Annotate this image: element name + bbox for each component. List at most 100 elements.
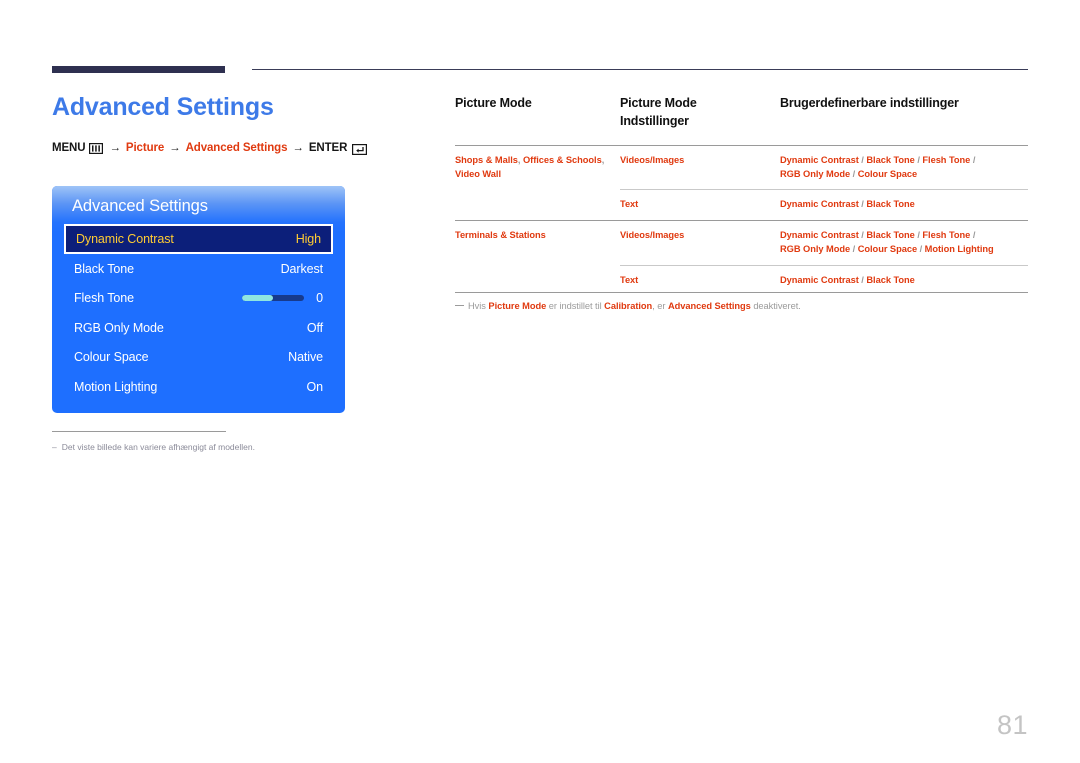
option-term: Black Tone: [866, 274, 915, 285]
option-term: Flesh Tone: [922, 154, 971, 165]
left-footnote-dash: –: [52, 442, 57, 452]
osd-row-flesh-tone[interactable]: Flesh Tone 0: [64, 284, 333, 314]
osd-row-label: Motion Lighting: [74, 379, 158, 394]
option-term: Dynamic Contrast: [780, 154, 859, 165]
option-separator: /: [850, 244, 858, 255]
page-number: 81: [996, 710, 1028, 740]
option-term: Dynamic Contrast: [780, 229, 859, 240]
option-term: Motion Lighting: [924, 244, 994, 255]
table-row: Shops & Malls, Offices & Schools, Video W…: [455, 144, 1028, 221]
menu-path-arrow-2: →: [169, 142, 181, 154]
spec-table-head: Picture Mode Picture Mode Indstillinger …: [455, 95, 1028, 145]
osd-panel-title: Advanced Settings: [72, 197, 208, 215]
right-footnote-prefix: Hvis: [468, 301, 489, 311]
right-footnote-term-picture-mode: Picture Mode: [488, 301, 547, 311]
column-header-picture-mode: Picture Mode: [455, 96, 532, 110]
left-footnote: – Det viste billede kan variere afhængigt…: [52, 431, 382, 452]
menu-bars-icon: [89, 142, 104, 154]
menu-path-step-picture: Picture: [125, 142, 165, 154]
option-separator: /: [917, 244, 925, 255]
column-header-line1: Picture Mode: [620, 96, 697, 110]
header-rule-thin: [252, 69, 1028, 71]
cell-customizable-settings: Dynamic Contrast / Black Tone / Flesh To…: [780, 219, 1028, 266]
option-term: Colour Space: [857, 244, 918, 255]
menu-path-menu-label: MENU: [52, 142, 86, 154]
cell-picture-mode-setting: Videos/Images: [620, 219, 780, 266]
option-separator: /: [970, 154, 976, 165]
right-footnote-dash: [455, 305, 464, 306]
header-rule-thick: [52, 66, 225, 73]
osd-row-value: High: [295, 232, 321, 246]
osd-row-rgb-only-mode[interactable]: RGB Only Mode Off: [64, 313, 333, 343]
table-row: Terminals & Stations Videos/Images Dynamic…: [455, 219, 1028, 295]
spec-table-body: Shops & Malls, Offices & Schools, Video W…: [455, 144, 1028, 295]
osd-row-colour-space[interactable]: Colour Space Native: [64, 343, 333, 373]
option-term: Dynamic Contrast: [780, 199, 859, 210]
osd-row-value: On: [306, 379, 324, 394]
spec-table-container: Picture Mode Picture Mode Indstillinger …: [455, 95, 1028, 295]
cell-picture-mode-setting: Text: [620, 189, 780, 221]
menu-path-arrow-1: →: [109, 142, 121, 154]
right-footnote-text: Hvis Picture Mode er indstillet til Cali…: [455, 301, 1028, 311]
osd-row-slider-group[interactable]: 0: [242, 291, 323, 305]
right-footnote-term-calibration: Calibration: [604, 301, 653, 311]
right-footnote-suffix: deaktiveret.: [750, 301, 801, 311]
option-separator: /: [970, 229, 976, 240]
manual-page: Advanced Settings MENU → Picture → Advan…: [0, 0, 1080, 763]
option-term: Colour Space: [857, 168, 918, 179]
left-footnote-rule: [52, 431, 226, 432]
mode-term: Video Wall: [455, 168, 501, 179]
cell-customizable-settings: Dynamic Contrast / Black Tone: [780, 264, 1028, 295]
spec-table-header-row: Picture Mode Picture Mode Indstillinger …: [455, 95, 1028, 145]
column-header-picture-mode-settings: Picture Mode Indstillinger: [620, 95, 780, 145]
cell-picture-mode: Shops & Malls, Offices & Schools, Video W…: [455, 144, 620, 221]
right-footnote-mid-1: er indstillet til: [546, 301, 605, 311]
cell-customizable-settings: Dynamic Contrast / Black Tone / Flesh To…: [780, 144, 1028, 190]
right-footnote-term-advanced-settings: Advanced Settings: [667, 301, 751, 311]
osd-row-value: 0: [316, 291, 323, 306]
menu-path-breadcrumb: MENU → Picture → Advanced Settings → ENT…: [52, 142, 412, 155]
left-footnote-body: Det viste billede kan variere afhængigt …: [61, 442, 255, 452]
left-column: Advanced Settings MENU → Picture → Advan…: [52, 92, 412, 155]
right-footnote-rule: [455, 292, 1028, 293]
osd-row-label: Colour Space: [74, 350, 149, 365]
mode-term: Shops & Malls: [455, 154, 518, 165]
osd-row-value: Off: [306, 320, 323, 335]
cell-picture-mode: Terminals & Stations: [455, 219, 620, 295]
option-term: Black Tone: [866, 229, 915, 240]
osd-menu-list: Dynamic Contrast High Black Tone Darkest Fle…: [52, 224, 345, 402]
slider-fill: [242, 295, 274, 302]
osd-row-value: Darkest: [280, 261, 323, 276]
osd-row-label: RGB Only Mode: [74, 320, 164, 335]
menu-path-enter-label: ENTER: [308, 142, 348, 154]
osd-row-black-tone[interactable]: Black Tone Darkest: [64, 254, 333, 284]
mode-term: Offices & Schools: [522, 154, 602, 165]
mode-comma: ,: [517, 154, 521, 165]
column-header-line2: Indstillinger: [620, 113, 689, 128]
mode-comma: ,: [601, 154, 605, 165]
option-term: Black Tone: [866, 154, 915, 165]
page-title: Advanced Settings: [52, 93, 274, 121]
option-term: RGB Only Mode: [780, 244, 851, 255]
osd-row-label: Black Tone: [74, 261, 134, 276]
cell-picture-mode-setting: Videos/Images: [620, 144, 780, 190]
right-footnote-mid-2: , er: [652, 301, 668, 311]
column-header-custom-settings: Brugerdefinerbare indstillinger: [780, 96, 959, 110]
osd-row-label: Dynamic Contrast: [76, 232, 174, 246]
left-footnote-text: – Det viste billede kan variere afhængigt…: [52, 442, 382, 452]
osd-row-dynamic-contrast[interactable]: Dynamic Contrast High: [64, 224, 333, 254]
cell-customizable-settings: Dynamic Contrast / Black Tone: [780, 189, 1028, 221]
option-term: Flesh Tone: [922, 229, 971, 240]
option-term: Dynamic Contrast: [780, 274, 859, 285]
osd-row-value: Native: [288, 350, 323, 365]
enter-return-icon: [352, 143, 368, 155]
osd-row-motion-lighting[interactable]: Motion Lighting On: [64, 372, 333, 402]
option-separator: /: [850, 168, 858, 179]
option-term: RGB Only Mode: [780, 168, 851, 179]
osd-row-label: Flesh Tone: [74, 291, 134, 306]
menu-path-step-advanced-settings: Advanced Settings: [185, 142, 288, 154]
option-term: Black Tone: [866, 199, 915, 210]
flesh-tone-slider[interactable]: [242, 295, 305, 302]
osd-panel: Advanced Settings Dynamic Contrast High Bl…: [52, 186, 345, 413]
right-footnote: Hvis Picture Mode er indstillet til Cali…: [455, 292, 1028, 311]
